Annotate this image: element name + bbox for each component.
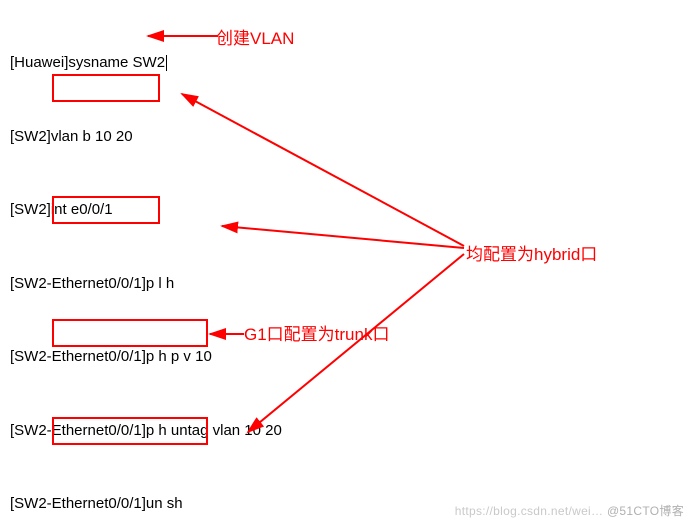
watermark-right: @51CTO博客: [607, 504, 684, 518]
cli-line: [Huawei]sysname SW2: [10, 51, 309, 76]
cli-output: [Huawei]sysname SW2 [SW2]vlan b 10 20 [S…: [10, 2, 309, 525]
cli-line: [SW2-Ethernet0/0/1]un sh: [10, 492, 309, 517]
annotation-create-vlan: 创建VLAN: [216, 24, 294, 49]
line-text: [SW2]vlan b 10 20: [10, 128, 133, 145]
line-text: [SW2-Ethernet0/0/1]un sh: [10, 495, 183, 512]
text-cursor: [166, 55, 167, 71]
line-text: [SW2-Ethernet0/0/1]p h untag vlan 10 20: [10, 422, 282, 439]
line-text: [SW2-Ethernet0/0/1]p l h: [10, 275, 174, 292]
annotation-hybrid: 均配置为hybrid口: [466, 240, 597, 265]
cli-line: [SW2-Ethernet0/0/1]p h p v 10: [10, 345, 309, 370]
watermark-left: https://blog.csdn.net/wei…: [455, 504, 604, 518]
cli-line: [SW2-Ethernet0/0/1]p h untag vlan 10 20: [10, 419, 309, 444]
line-text: [SW2]int e0/0/1: [10, 201, 113, 218]
cli-line: [SW2-Ethernet0/0/1]p l h: [10, 272, 309, 297]
watermark: https://blog.csdn.net/wei… @51CTO博客: [455, 502, 684, 519]
line-text: [Huawei]sysname SW2: [10, 54, 165, 71]
cli-line: [SW2]vlan b 10 20: [10, 125, 309, 150]
cli-line: [SW2]int e0/0/1: [10, 198, 309, 223]
line-text: [SW2-Ethernet0/0/1]p h p v 10: [10, 348, 212, 365]
annotation-trunk: G1口配置为trunk口: [244, 320, 389, 345]
